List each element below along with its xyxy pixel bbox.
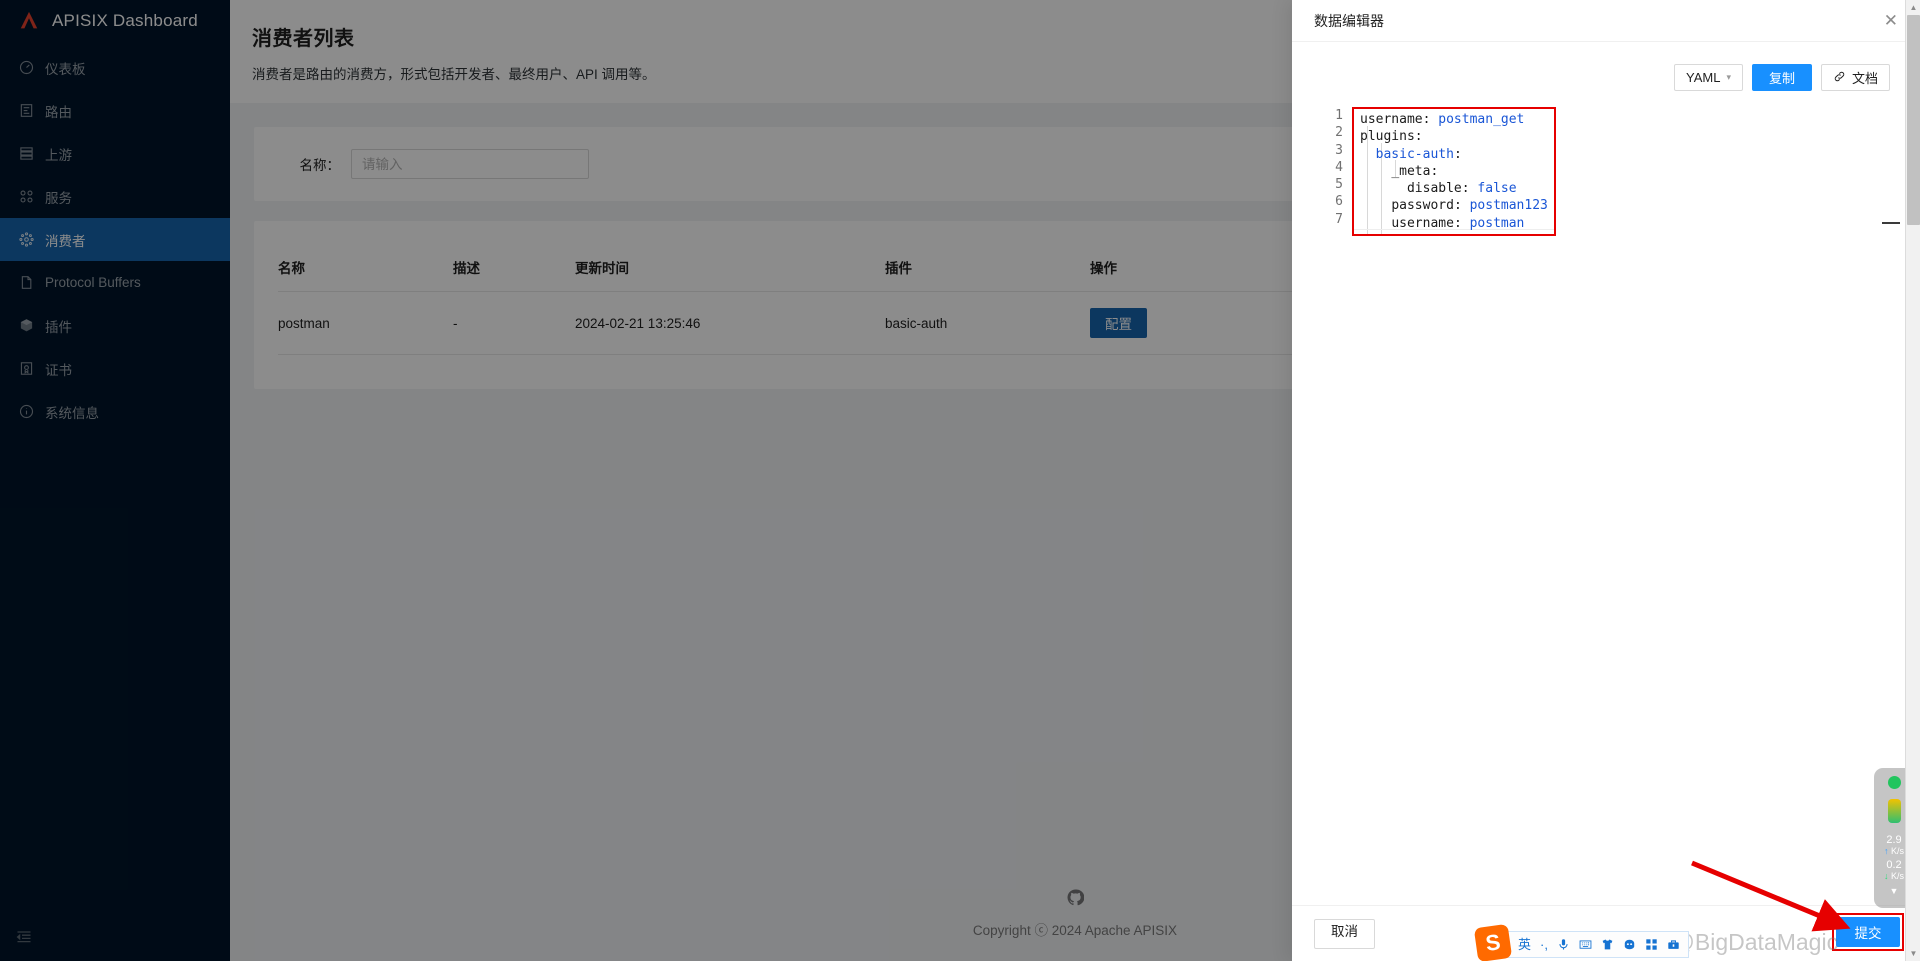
toolbox-icon[interactable] (1667, 938, 1680, 951)
line-number: 7 (1335, 211, 1343, 227)
editor-toolbar: YAML ▾ 复制 文档 (1318, 64, 1894, 91)
editor-line-numbers: 1 2 3 4 5 6 7 (1318, 107, 1352, 236)
yaml-line: username: postman_get (1360, 112, 1525, 127)
yaml-line: plugins: (1360, 129, 1423, 145)
arrow-up-icon: ↑ (1883, 845, 1889, 856)
arrow-down-icon: ↓ (1883, 870, 1889, 881)
line-number: 6 (1335, 194, 1343, 210)
upload-unit: K/s (1891, 845, 1905, 856)
editor-scroll-indicator[interactable] (1882, 222, 1900, 224)
data-editor-drawer: 数据编辑器 ✕ YAML ▾ 复制 文档 1 2 3 4 5 6 7 usern… (1292, 0, 1920, 961)
yaml-highlight-box: username: postman_get plugins: basic-auth… (1352, 107, 1556, 237)
skin-icon[interactable] (1601, 938, 1614, 951)
cancel-button[interactable]: 取消 (1314, 918, 1375, 949)
close-icon[interactable]: ✕ (1884, 12, 1898, 29)
yaml-line: username: postman (1391, 215, 1525, 231)
yaml-line: _meta: (1391, 163, 1439, 179)
download-unit: K/s (1891, 870, 1905, 881)
yaml-line: disable: false (1406, 181, 1517, 197)
line-number: 1 (1335, 108, 1343, 123)
sogou-logo-icon[interactable]: S (1473, 923, 1513, 961)
link-icon (1833, 70, 1846, 86)
doc-button[interactable]: 文档 (1820, 64, 1890, 91)
submit-button-highlight: 提交 (1832, 913, 1904, 951)
scroll-up-arrow-icon[interactable]: ▲ (1906, 0, 1920, 15)
browser-vertical-scrollbar[interactable]: ▲ ▼ (1905, 0, 1920, 961)
copy-button[interactable]: 复制 (1751, 64, 1812, 91)
chevron-down-icon: ▾ (1726, 72, 1731, 82)
keyboard-icon[interactable] (1579, 938, 1592, 951)
yaml-code[interactable]: username: postman_get plugins: basic-auth… (1360, 111, 1548, 232)
scroll-down-arrow-icon[interactable]: ▼ (1906, 946, 1920, 961)
line-number: 4 (1335, 159, 1343, 175)
drawer-body: YAML ▾ 复制 文档 1 2 3 4 5 6 7 username: pos… (1292, 42, 1920, 905)
yaml-line: password: postman123 (1391, 198, 1548, 214)
drawer-title: 数据编辑器 (1314, 12, 1384, 29)
battery-gauge-icon (1887, 799, 1901, 823)
line-number: 5 (1335, 177, 1343, 193)
submit-button[interactable]: 提交 (1836, 917, 1900, 947)
download-speed: 0.2 ↓ K/s (1883, 859, 1905, 881)
scrollbar-thumb[interactable] (1907, 15, 1920, 225)
drawer-header: 数据编辑器 ✕ (1292, 0, 1920, 42)
microphone-icon[interactable] (1557, 938, 1570, 951)
format-select-value: YAML (1686, 70, 1721, 85)
line-number: 3 (1335, 142, 1343, 158)
doc-button-label: 文档 (1851, 71, 1878, 86)
status-dot-icon (1887, 776, 1901, 789)
emoji-icon[interactable] (1623, 938, 1636, 951)
sogou-ime-toolbar[interactable]: S 英 ·, (1473, 923, 1689, 961)
yaml-line: basic-auth: (1375, 146, 1462, 162)
format-select[interactable]: YAML ▾ (1674, 64, 1743, 91)
line-number: 2 (1335, 125, 1343, 141)
apps-grid-icon[interactable] (1645, 938, 1658, 951)
lang-en-icon[interactable]: 英 (1518, 938, 1531, 951)
upload-speed: 2.9 ↑ K/s (1883, 834, 1905, 856)
caret-down-icon[interactable]: ▼ (1890, 886, 1899, 896)
punctuation-icon[interactable]: ·, (1540, 938, 1548, 951)
yaml-editor[interactable]: 1 2 3 4 5 6 7 username: postman_getplugi… (1318, 107, 1894, 237)
